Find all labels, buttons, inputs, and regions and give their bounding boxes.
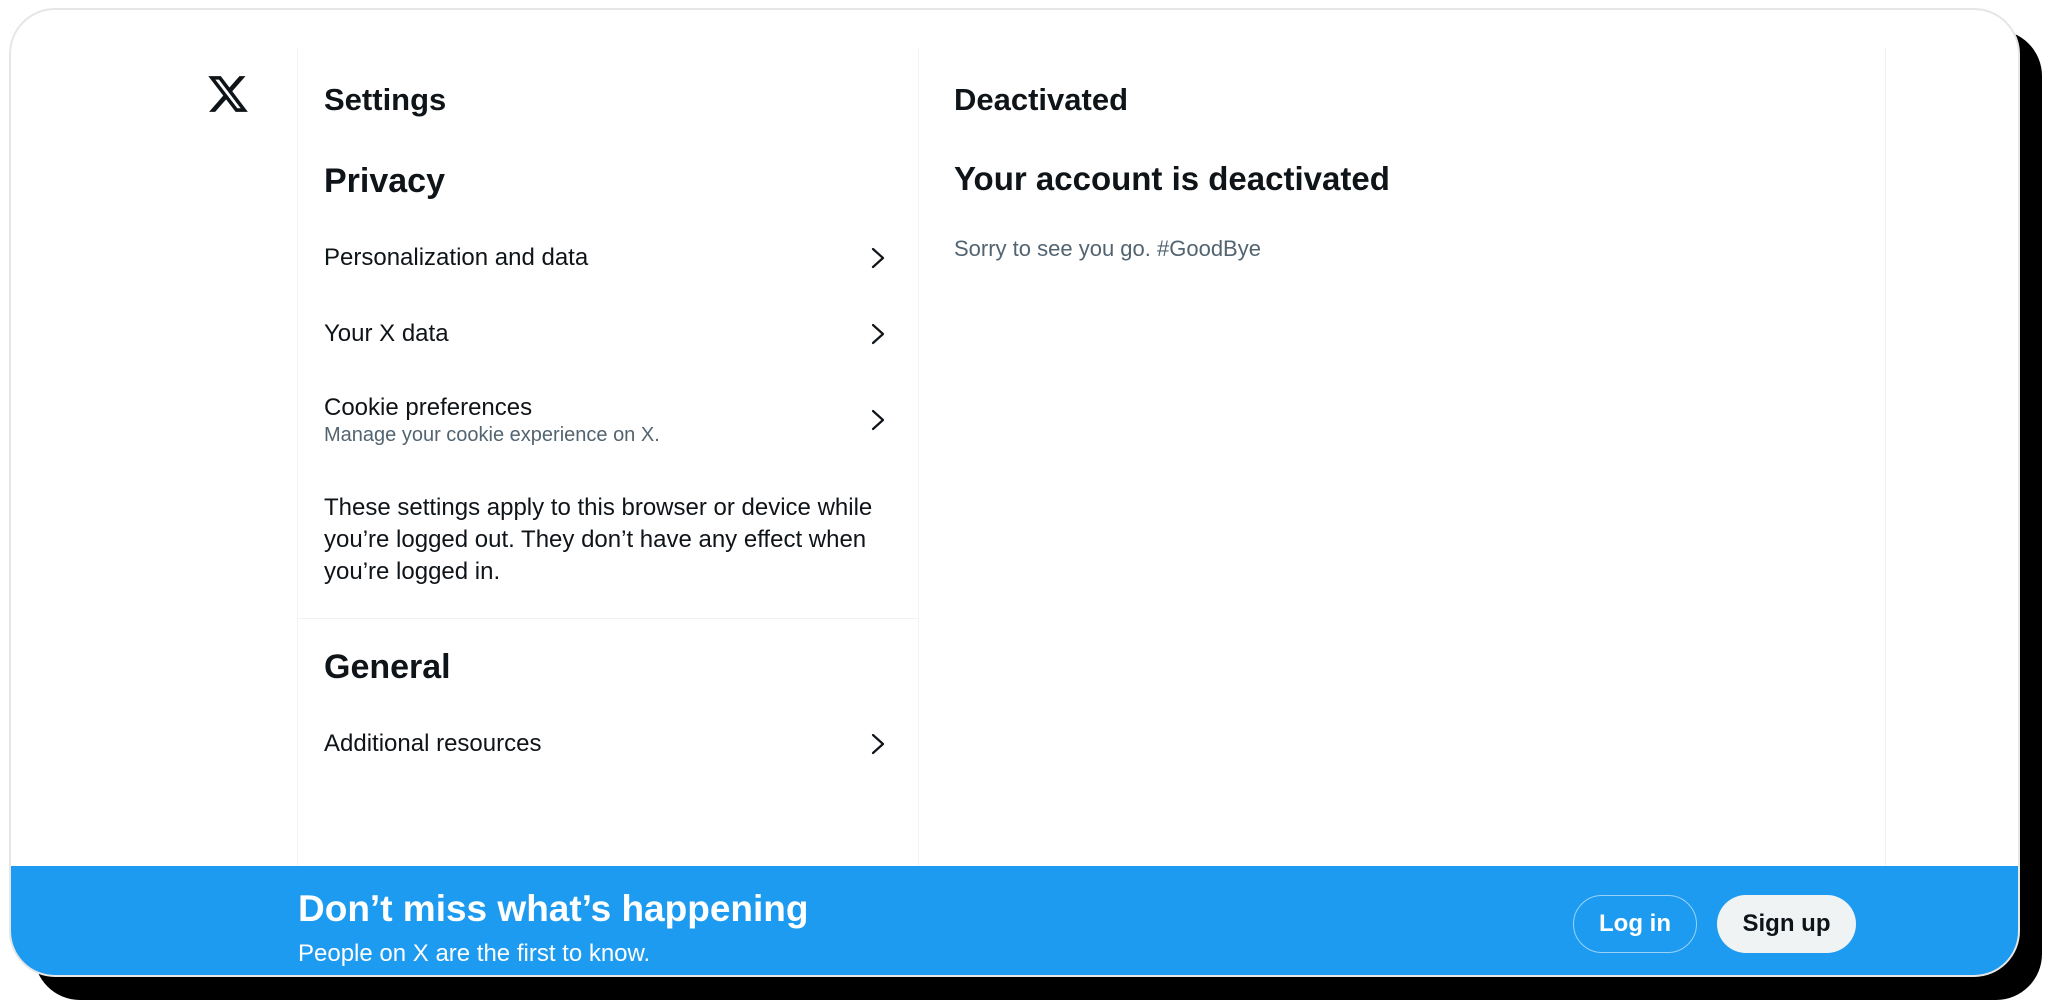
menu-item-your-x-data[interactable]: Your X data [298,298,918,374]
settings-column: Settings Privacy Personalization and dat… [297,48,919,908]
deactivated-message: Sorry to see you go. #GoodBye [954,236,1261,261]
menu-item-label: Cookie preferences [324,394,533,421]
browser-window: Settings Privacy Personalization and dat… [9,8,2020,977]
chevron-right-icon [868,246,888,270]
general-heading: General [324,648,451,686]
settings-title: Settings [324,82,447,117]
chevron-right-icon [868,322,888,346]
detail-title: Deactivated [954,82,1129,117]
logged-out-settings-note: These settings apply to this browser or … [324,494,873,585]
banner-subtitle: People on X are the first to know. [298,940,651,967]
menu-item-label: Your X data [324,320,449,347]
detail-column: Deactivated Your account is deactivated … [920,48,1886,908]
signup-banner: Don’t miss what’s happening People on X … [11,866,2018,975]
chevron-right-icon [868,732,888,756]
menu-item-additional-resources[interactable]: Additional resources [298,708,918,784]
banner-title: Don’t miss what’s happening [298,888,809,929]
menu-item-label: Personalization and data [324,244,589,271]
menu-item-personalization[interactable]: Personalization and data [298,222,918,298]
deactivated-heading: Your account is deactivated [954,160,1390,197]
section-divider [298,618,918,619]
login-button[interactable]: Log in [1573,895,1697,953]
menu-item-sublabel: Manage your cookie experience on X. [324,424,660,446]
chevron-right-icon [868,408,888,432]
x-logo-icon[interactable] [206,72,256,122]
menu-item-label: Additional resources [324,730,542,757]
signup-button[interactable]: Sign up [1717,895,1856,953]
privacy-heading: Privacy [324,162,445,200]
menu-item-cookie-preferences[interactable]: Cookie preferences Manage your cookie ex… [298,374,918,466]
